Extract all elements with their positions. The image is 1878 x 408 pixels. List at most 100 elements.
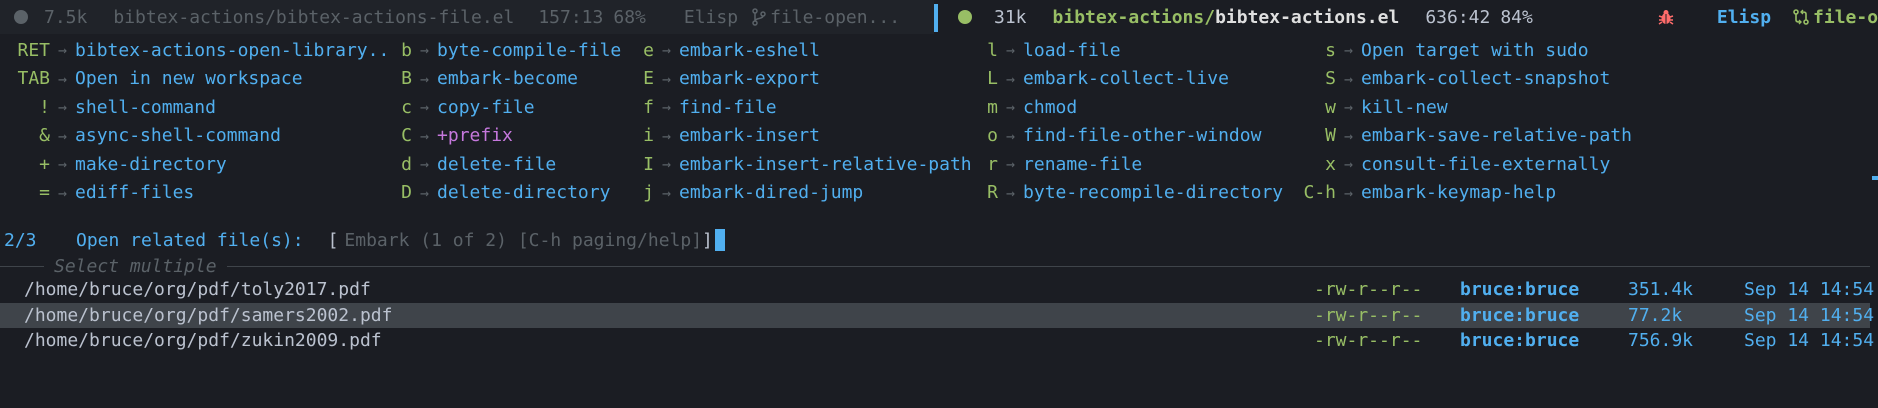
major-mode[interactable]: Elisp <box>684 7 738 28</box>
buffer-size: 31k <box>994 6 1027 28</box>
keymap-command: Open target with sudo <box>1361 39 1589 61</box>
keymap-entry[interactable]: + → make-directory <box>10 150 389 179</box>
keymap-entry[interactable]: c → copy-file <box>398 93 621 122</box>
candidate-list: /home/bruce/org/pdf/toly2017.pdf -rw-r--… <box>0 277 1874 354</box>
arrow-right-icon: → <box>58 155 68 174</box>
keymap-entry[interactable]: = → ediff-files <box>10 179 389 208</box>
keymap-entry[interactable]: L → embark-collect-live <box>984 65 1283 94</box>
keymap-command: embark-save-relative-path <box>1361 125 1632 147</box>
keymap-command: embark-collect-live <box>1023 68 1229 90</box>
candidate-row[interactable]: /home/bruce/org/pdf/toly2017.pdf -rw-r--… <box>0 277 1874 303</box>
keymap-key: b <box>401 39 412 61</box>
arrow-right-icon: → <box>58 69 68 88</box>
candidate-row-selected[interactable]: /home/bruce/org/pdf/samers2002.pdf -rw-r… <box>0 302 1874 328</box>
keymap-entry[interactable]: r → rename-file <box>984 150 1283 179</box>
keymap-column: b → byte-compile-file B → embark-become c → co… <box>398 36 621 207</box>
keymap-entry[interactable]: l → load-file <box>984 36 1283 65</box>
candidate-path: /home/bruce/org/pdf/samers2002.pdf <box>24 304 393 326</box>
keymap-entry[interactable]: TAB → Open in new workspace <box>10 65 389 94</box>
prompt-hint: Embark (1 of 2) [C-h paging/help] <box>344 229 703 251</box>
keymap-command: bibtex-actions-open-library.. <box>75 39 390 61</box>
keymap-command: embark-collect-snapshot <box>1361 68 1611 90</box>
candidate-owner: bruce:bruce <box>1460 279 1580 301</box>
text-cursor <box>714 229 725 251</box>
embark-keymap-grid: RET → bibtex-actions-open-library.. TAB → Op… <box>0 36 1878 206</box>
keymap-key: TAB <box>17 68 50 90</box>
candidate-size: 756.9k <box>1628 330 1694 352</box>
scroll-percent: 84% <box>1500 6 1533 28</box>
keymap-entry[interactable]: i → embark-insert <box>640 122 972 151</box>
arrow-right-icon: → <box>420 126 430 145</box>
keymap-key: C <box>401 125 412 147</box>
keymap-entry[interactable]: D → delete-directory <box>398 179 621 208</box>
keymap-column: e → embark-eshell E → embark-export f → find-f… <box>640 36 972 208</box>
keymap-key: ! <box>39 96 50 118</box>
arrow-right-icon: → <box>662 155 672 174</box>
keymap-entry[interactable]: E → embark-export <box>640 65 972 94</box>
keymap-entry[interactable]: B → embark-become <box>398 65 621 94</box>
vc-branch[interactable]: file-open... <box>1793 7 1878 28</box>
buffer-filename[interactable]: bibtex-actions/bibtex-actions.el <box>1053 7 1400 28</box>
keymap-command: chmod <box>1023 96 1078 118</box>
keymap-entry[interactable]: I → embark-insert-relative-path <box>640 150 971 179</box>
keymap-key: R <box>987 182 998 204</box>
arrow-right-icon: → <box>1006 126 1016 145</box>
arrow-right-icon: → <box>662 41 672 60</box>
keymap-entry[interactable]: j → embark-dired-jump <box>640 179 972 208</box>
arrow-right-icon: → <box>662 126 672 145</box>
minibuffer-prompt[interactable]: 2/3 Open related file(s): [ Embark (1 of… <box>4 226 725 254</box>
arrow-right-icon: → <box>58 98 68 117</box>
major-mode[interactable]: Elisp <box>1717 7 1771 28</box>
candidate-row[interactable]: /home/bruce/org/pdf/zukin2009.pdf -rw-r-… <box>0 328 1874 354</box>
keymap-entry[interactable]: w → kill-new <box>1300 93 1632 122</box>
keymap-command: rename-file <box>1023 153 1143 175</box>
keymap-entry[interactable]: b → byte-compile-file <box>398 36 621 65</box>
buffer-filename[interactable]: bibtex-actions/bibtex-actions-file.el <box>113 7 514 28</box>
keymap-key: i <box>643 125 654 147</box>
keymap-entry[interactable]: m → chmod <box>984 93 1283 122</box>
keymap-key: D <box>401 182 412 204</box>
vc-branch[interactable]: file-open... <box>752 7 900 28</box>
keymap-entry[interactable]: C-h → embark-keymap-help <box>1300 179 1632 208</box>
keymap-entry[interactable]: RET → bibtex-actions-open-library.. <box>10 36 389 65</box>
arrow-right-icon: → <box>1344 41 1354 60</box>
keymap-command: find-file <box>679 96 777 118</box>
keymap-command: copy-file <box>437 96 535 118</box>
keymap-command: embark-eshell <box>679 39 820 61</box>
keymap-key: o <box>987 125 998 147</box>
arrow-right-icon: → <box>1006 155 1016 174</box>
candidate-date: Sep 14 14:54 <box>1744 304 1875 326</box>
candidate-date: Sep 14 14:54 <box>1744 330 1875 352</box>
arrow-right-icon: → <box>1006 98 1016 117</box>
prompt-bracket-close: ] <box>702 229 713 251</box>
keymap-entry[interactable]: e → embark-eshell <box>640 36 972 65</box>
keymap-entry[interactable]: x → consult-file-externally <box>1300 150 1632 179</box>
vc-branch-label: file-open... <box>770 6 901 28</box>
candidate-owner: bruce:bruce <box>1460 304 1580 326</box>
keymap-key: d <box>401 153 412 175</box>
keymap-command: +prefix <box>437 125 513 147</box>
keymap-entry[interactable]: C → +prefix <box>398 122 621 151</box>
keymap-command: Open in new workspace <box>75 68 303 90</box>
keymap-key: e <box>643 39 654 61</box>
keymap-key: & <box>39 125 50 147</box>
keymap-command: make-directory <box>75 153 227 175</box>
bug-icon[interactable] <box>1657 8 1675 26</box>
keymap-key: W <box>1325 125 1336 147</box>
arrow-right-icon: → <box>1344 183 1354 202</box>
keymap-command: embark-export <box>679 68 820 90</box>
candidate-permissions: -rw-r--r-- <box>1314 330 1423 352</box>
keymap-entry[interactable]: d → delete-file <box>398 150 621 179</box>
keymap-entry[interactable]: R → byte-recompile-directory <box>984 179 1283 208</box>
keymap-entry[interactable]: o → find-file-other-window <box>984 122 1283 151</box>
keymap-entry[interactable]: ! → shell-command <box>10 93 389 122</box>
keymap-entry[interactable]: & → async-shell-command <box>10 122 389 151</box>
keymap-column: s → Open target with sudo S → embark-collect… <box>1300 36 1632 208</box>
keymap-entry[interactable]: S → embark-collect-snapshot <box>1300 65 1632 94</box>
window-divider-marker <box>1872 176 1878 180</box>
keymap-entry[interactable]: f → find-file <box>640 93 972 122</box>
arrow-right-icon: → <box>58 183 68 202</box>
keymap-entry[interactable]: s → Open target with sudo <box>1300 36 1632 65</box>
keymap-key: C-h <box>1303 182 1336 204</box>
keymap-entry[interactable]: W → embark-save-relative-path <box>1300 122 1632 151</box>
